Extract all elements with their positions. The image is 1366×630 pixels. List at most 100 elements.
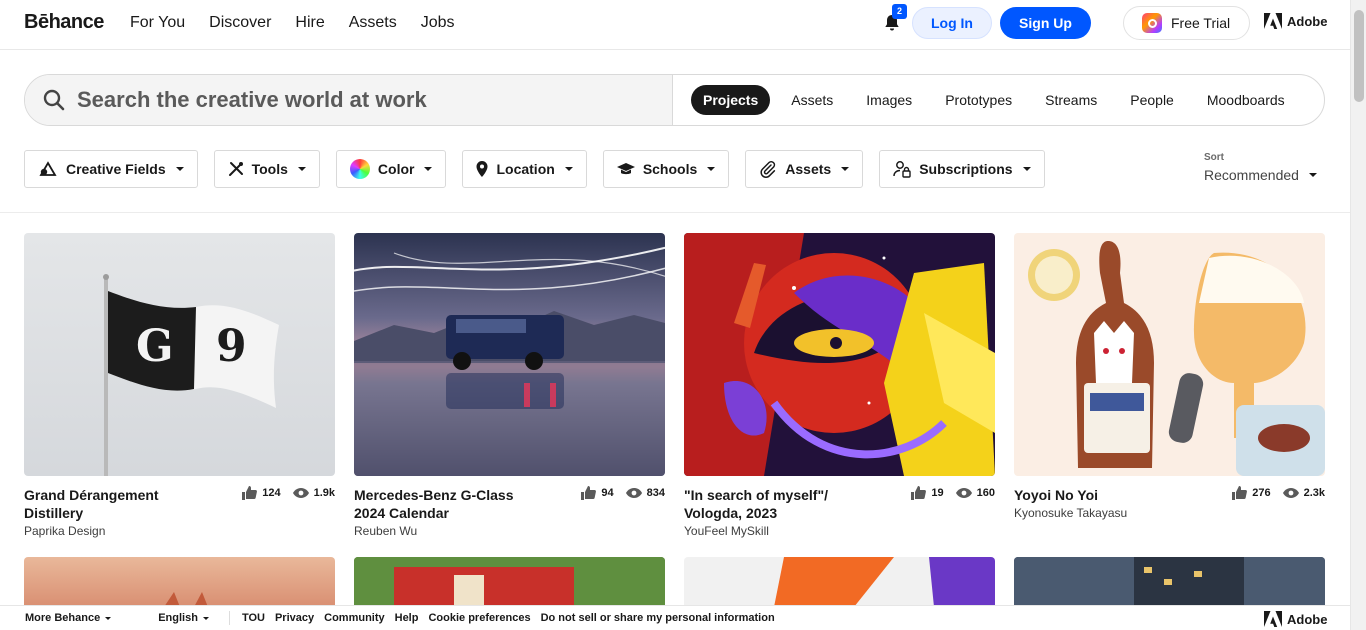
search-bar: Projects Assets Images Prototypes Stream… [24, 74, 1325, 126]
filter-subscriptions[interactable]: Subscriptions [879, 150, 1045, 188]
chevron-down-icon [424, 167, 433, 171]
tab-projects[interactable]: Projects [691, 85, 771, 115]
chevron-down-icon [105, 616, 112, 620]
view-count: 1.9k [313, 487, 335, 499]
project-card[interactable]: G 9 Grand Dérangement Distillery Paprika… [24, 233, 335, 538]
nav-discover[interactable]: Discover [209, 14, 271, 32]
project-thumbnail[interactable] [24, 557, 335, 607]
view-count: 834 [646, 487, 665, 499]
project-meta: Yoyoi No Yoi Kyonosuke Takayasu 276 2.3k [1014, 486, 1325, 520]
chevron-down-icon [841, 167, 850, 171]
partial-artwork [774, 557, 995, 607]
project-owner[interactable]: Paprika Design [24, 524, 335, 538]
car-photo-illustration [354, 233, 665, 476]
illustration-artwork [684, 233, 995, 476]
footer-link-privacy[interactable]: Privacy [275, 612, 314, 624]
tab-prototypes[interactable]: Prototypes [933, 85, 1024, 115]
adobe-link[interactable]: Adobe [1264, 13, 1327, 29]
login-button[interactable]: Log In [912, 7, 992, 39]
graduation-cap-icon [616, 163, 635, 175]
behance-logo[interactable]: Bēhance [24, 11, 104, 34]
chevron-down-icon [202, 616, 209, 620]
nav-for-you[interactable]: For You [130, 14, 185, 32]
nav-hire[interactable]: Hire [295, 14, 324, 32]
tab-people[interactable]: People [1118, 85, 1186, 115]
sort-selected: Recommended [1204, 167, 1299, 183]
beer-illustration [1014, 233, 1325, 476]
project-owner[interactable]: YouFeel MySkill [684, 524, 995, 538]
project-thumbnail[interactable] [1014, 557, 1325, 607]
footer-link-do-not-sell[interactable]: Do not sell or share my personal informa… [541, 612, 775, 624]
signup-button[interactable]: Sign Up [1000, 7, 1091, 39]
free-trial-button[interactable]: Free Trial [1123, 6, 1250, 40]
project-meta: Grand Dérangement Distillery Paprika Des… [24, 486, 335, 538]
project-thumbnail[interactable] [684, 557, 995, 607]
search-input[interactable] [77, 85, 657, 115]
free-trial-label: Free Trial [1171, 15, 1231, 31]
tab-streams[interactable]: Streams [1033, 85, 1109, 115]
project-title[interactable]: Yoyoi No Yoi [1014, 486, 1204, 504]
footer-link-tou[interactable]: TOU [242, 612, 265, 624]
project-owner[interactable]: Reuben Wu [354, 524, 665, 538]
svg-text:9: 9 [216, 321, 247, 372]
project-thumbnail[interactable] [1014, 233, 1325, 476]
project-card[interactable]: Mercedes-Benz G-Class 2024 Calendar Reub… [354, 233, 665, 538]
filter-schools[interactable]: Schools [602, 150, 730, 188]
footer-link-community[interactable]: Community [324, 612, 385, 624]
filter-label: Assets [785, 161, 832, 177]
filter-assets[interactable]: Assets [745, 150, 864, 188]
project-card[interactable]: "In search of myself"/ Vologda, 2023 You… [684, 233, 995, 538]
tab-images[interactable]: Images [854, 85, 924, 115]
creative-fields-icon [39, 161, 57, 176]
filter-label: Subscriptions [919, 161, 1013, 177]
sort-value: Recommended [1204, 167, 1317, 183]
nav-assets[interactable]: Assets [349, 14, 397, 32]
chevron-down-icon [707, 167, 716, 171]
chevron-down-icon [1308, 173, 1317, 177]
filter-label: Schools [642, 161, 698, 177]
page-scrollbar[interactable] [1350, 0, 1366, 630]
tools-icon [228, 162, 243, 176]
search-icon [43, 89, 65, 111]
sort-dropdown[interactable]: Sort Recommended [1204, 152, 1317, 183]
footer-adobe-link[interactable]: Adobe [1264, 611, 1327, 627]
color-wheel-icon [349, 159, 370, 179]
thumbs-up-icon [581, 486, 597, 500]
language-dropdown[interactable]: English [158, 612, 209, 624]
partial-artwork [354, 557, 665, 607]
notification-count-badge: 2 [892, 4, 907, 19]
filter-tools[interactable]: Tools [213, 150, 320, 188]
search-field-area [25, 75, 673, 125]
filter-location[interactable]: Location [462, 150, 587, 188]
adobe-label: Adobe [1287, 13, 1328, 29]
eye-icon [1282, 488, 1299, 498]
project-stats: 276 2.3k [1232, 486, 1325, 500]
adobe-logo-icon [1264, 13, 1282, 29]
project-thumbnail[interactable] [354, 557, 665, 607]
project-thumbnail[interactable] [354, 233, 665, 476]
scrollbar-thumb[interactable] [1354, 10, 1364, 102]
footer-link-cookies[interactable]: Cookie preferences [428, 612, 530, 624]
project-title[interactable]: Grand Dérangement Distillery [24, 486, 214, 522]
more-behance-dropdown[interactable]: More Behance [25, 612, 112, 624]
filter-creative-fields[interactable]: Creative Fields [24, 150, 198, 188]
location-pin-icon [476, 161, 488, 177]
view-count: 2.3k [1303, 487, 1325, 499]
nav-jobs[interactable]: Jobs [421, 14, 455, 32]
eye-icon [955, 488, 972, 498]
project-title[interactable]: "In search of myself"/ Vologda, 2023 [684, 486, 874, 522]
project-thumbnail[interactable]: G 9 [24, 233, 335, 476]
project-thumbnail[interactable] [684, 233, 995, 476]
partial-artwork [164, 592, 208, 607]
project-title[interactable]: Mercedes-Benz G-Class 2024 Calendar [354, 486, 544, 522]
tab-assets[interactable]: Assets [779, 85, 845, 115]
tab-moodboards[interactable]: Moodboards [1195, 85, 1297, 115]
section-divider [0, 212, 1350, 213]
footer-link-help[interactable]: Help [395, 612, 419, 624]
filter-color[interactable]: Color [335, 150, 447, 188]
footer-divider [228, 611, 230, 625]
like-count: 19 [931, 487, 944, 499]
project-card[interactable]: Yoyoi No Yoi Kyonosuke Takayasu 276 2.3k [1014, 233, 1325, 520]
thumbs-up-icon [911, 486, 927, 500]
project-owner[interactable]: Kyonosuke Takayasu [1014, 506, 1325, 520]
